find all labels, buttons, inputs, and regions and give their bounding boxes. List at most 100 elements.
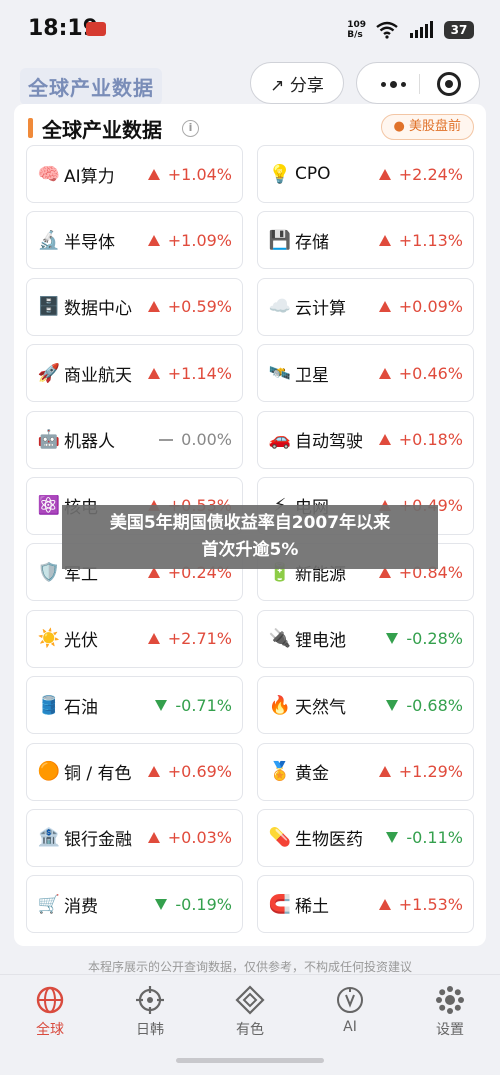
tile-label-group: 🛢️ 石油 [37, 693, 98, 718]
industry-tile[interactable]: 🗄️ 数据中心 +0.59% [26, 277, 243, 336]
industry-tile[interactable]: 🛢️ 石油 -0.71% [26, 676, 243, 735]
industry-icon: 🔌 [268, 628, 292, 650]
title-accent-bar [28, 118, 33, 138]
industry-tile[interactable]: 🏅 黄金 +1.29% [257, 742, 474, 801]
industry-tile[interactable]: 🚗 自动驾驶 +0.18% [257, 410, 474, 469]
up-arrow-icon [378, 434, 391, 446]
change-percent: -0.28% [406, 629, 463, 649]
industry-tile[interactable]: 🧠 AI算力 +1.04% [26, 145, 243, 203]
nav-label: AI [343, 1019, 357, 1035]
nav-tab-settings[interactable]: 设置 [400, 983, 500, 1047]
industry-tile[interactable]: 🤖 机器人 0.00% [26, 410, 243, 469]
up-arrow-icon [378, 766, 391, 778]
industry-tile[interactable]: 🔬 半导体 +1.09% [26, 211, 243, 270]
industry-icon: 🧲 [268, 893, 292, 915]
industry-icon: 🟠 [37, 761, 61, 783]
change-group: +0.09% [378, 297, 463, 316]
industry-name: 黄金 [295, 764, 329, 785]
change-group: +0.46% [378, 363, 463, 383]
tile-label-group: 💊 生物医药 [268, 825, 363, 850]
nav-tab-nonferrous[interactable]: 有色 [200, 983, 300, 1047]
industry-tile[interactable]: 🧲 稀土 +1.53% [257, 875, 474, 934]
industry-tile[interactable]: 🛰️ 卫星 +0.46% [257, 344, 474, 403]
nav-label: 有色 [236, 1022, 264, 1038]
nav-label: 设置 [436, 1022, 464, 1038]
home-indicator[interactable] [176, 1058, 324, 1063]
industry-tile[interactable]: 💾 存储 +1.13% [257, 211, 474, 270]
up-arrow-icon [147, 633, 160, 645]
industry-icon: 🚗 [268, 429, 292, 451]
industry-icon: 🛡️ [37, 561, 61, 583]
change-group: -0.19% [155, 895, 232, 914]
globe-icon [36, 986, 64, 1014]
tile-label-group: 💾 存储 [268, 228, 329, 253]
up-arrow-icon [147, 832, 160, 844]
close-icon[interactable] [437, 72, 461, 96]
tile-label-group: 🧠 AI算力 [37, 162, 115, 187]
info-icon[interactable]: i [182, 120, 199, 137]
change-percent: +1.04% [167, 164, 232, 184]
crosshair-icon [136, 986, 164, 1014]
change-group: +0.69% [147, 762, 232, 782]
industry-tile[interactable]: 💡 CPO +2.24% [257, 145, 474, 203]
down-arrow-icon [155, 699, 168, 711]
change-group: +0.18% [378, 430, 463, 449]
change-percent: -0.68% [406, 695, 463, 715]
change-percent: -0.19% [175, 894, 232, 914]
diamond-icon [235, 985, 265, 1015]
industry-tile[interactable]: 🛒 消费 -0.19% [26, 875, 243, 934]
app-notification-icon [86, 22, 106, 36]
industry-name: 半导体 [64, 232, 115, 253]
industry-icon: 🤖 [37, 429, 61, 451]
industry-icon: ⚛️ [37, 495, 61, 517]
status-right: 109 B/s 37 [347, 18, 474, 42]
up-arrow-icon [378, 898, 391, 910]
gear-icon [436, 986, 464, 1014]
industry-tile[interactable]: 🔥 天然气 -0.68% [257, 676, 474, 735]
industry-icon: 🚀 [37, 362, 61, 384]
down-arrow-icon [386, 633, 399, 645]
nav-tab-global[interactable]: 全球 [0, 983, 100, 1047]
industry-name: 锂电池 [295, 631, 346, 652]
news-line-1: 美国5年期国债收益率自2007年以来 [109, 513, 391, 533]
industry-tile[interactable]: ☁️ 云计算 +0.09% [257, 277, 474, 336]
industry-name: 稀土 [295, 896, 329, 917]
industry-tile[interactable]: 🏦 银行金融 +0.03% [26, 808, 243, 867]
ai-bulb-icon [337, 987, 363, 1013]
tile-label-group: 🟠 铜 / 有色 [37, 759, 132, 784]
industry-tile[interactable]: 💊 生物医药 -0.11% [257, 808, 474, 867]
industry-name: 云计算 [295, 299, 346, 320]
us-premarket-button[interactable]: ● 美股盘前 [380, 114, 474, 140]
nav-tab-ai[interactable]: AI [300, 983, 400, 1047]
up-arrow-icon [378, 367, 391, 379]
industry-icon: 🏅 [268, 761, 292, 783]
industry-tile[interactable]: 🚀 商业航天 +1.14% [26, 344, 243, 403]
battery-icon: 37 [444, 21, 474, 39]
net-speed-value: 109 [347, 20, 366, 30]
industry-icon: 🔬 [37, 229, 61, 251]
up-arrow-icon [147, 234, 160, 246]
change-percent: +0.69% [167, 762, 232, 782]
industry-tile[interactable]: 🔌 锂电池 -0.28% [257, 609, 474, 668]
nav-tab-japan-korea[interactable]: 日韩 [100, 983, 200, 1047]
industry-name: AI算力 [64, 166, 115, 187]
up-arrow-icon [378, 234, 391, 246]
tile-label-group: 🛒 消费 [37, 892, 98, 917]
up-arrow-icon [147, 367, 160, 379]
industry-tile[interactable]: ☀️ 光伏 +2.71% [26, 609, 243, 668]
capsule-divider [419, 74, 420, 94]
change-percent: +0.03% [167, 828, 232, 848]
change-group: +1.14% [147, 363, 232, 383]
change-percent: +2.71% [167, 629, 232, 649]
share-button[interactable]: ↗ 分享 [250, 62, 344, 104]
more-icon[interactable] [371, 71, 415, 97]
change-percent: +1.14% [167, 363, 232, 383]
change-percent: +1.09% [167, 230, 232, 250]
industry-icon: 🔥 [268, 694, 292, 716]
industry-tile[interactable]: 🟠 铜 / 有色 +0.69% [26, 742, 243, 801]
tile-label-group: 🛰️ 卫星 [268, 361, 329, 386]
down-arrow-icon [155, 898, 168, 910]
industry-icon: 🏦 [37, 827, 61, 849]
change-percent: +0.46% [398, 363, 463, 383]
tile-label-group: 🔌 锂电池 [268, 626, 346, 651]
